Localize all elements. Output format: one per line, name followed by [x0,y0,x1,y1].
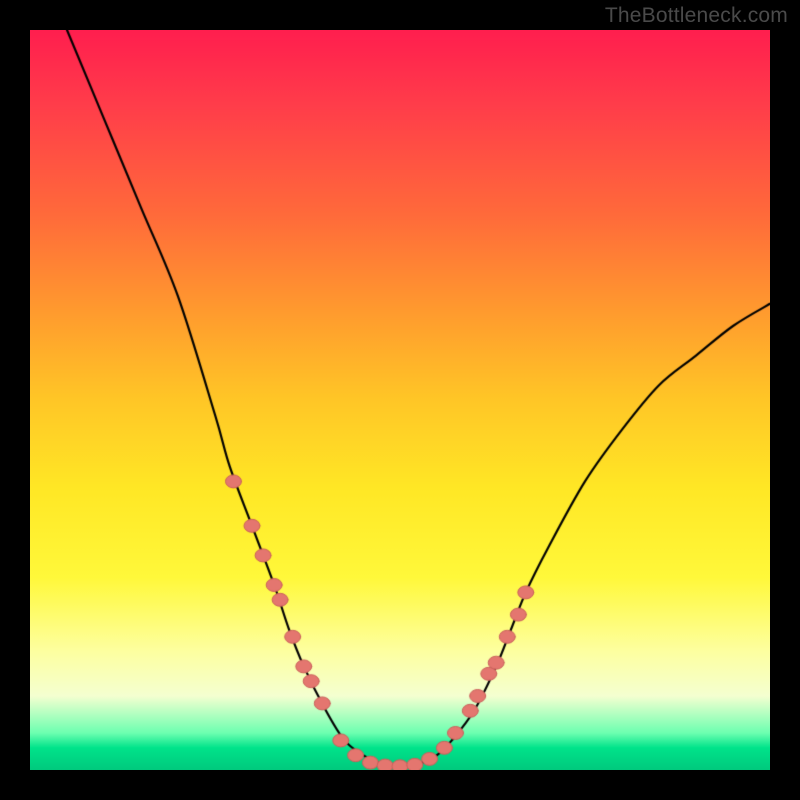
chart-canvas [30,30,770,770]
plot-area [30,30,770,770]
watermark-text: TheBottleneck.com [605,4,788,28]
chart-stage: TheBottleneck.com [0,0,800,800]
